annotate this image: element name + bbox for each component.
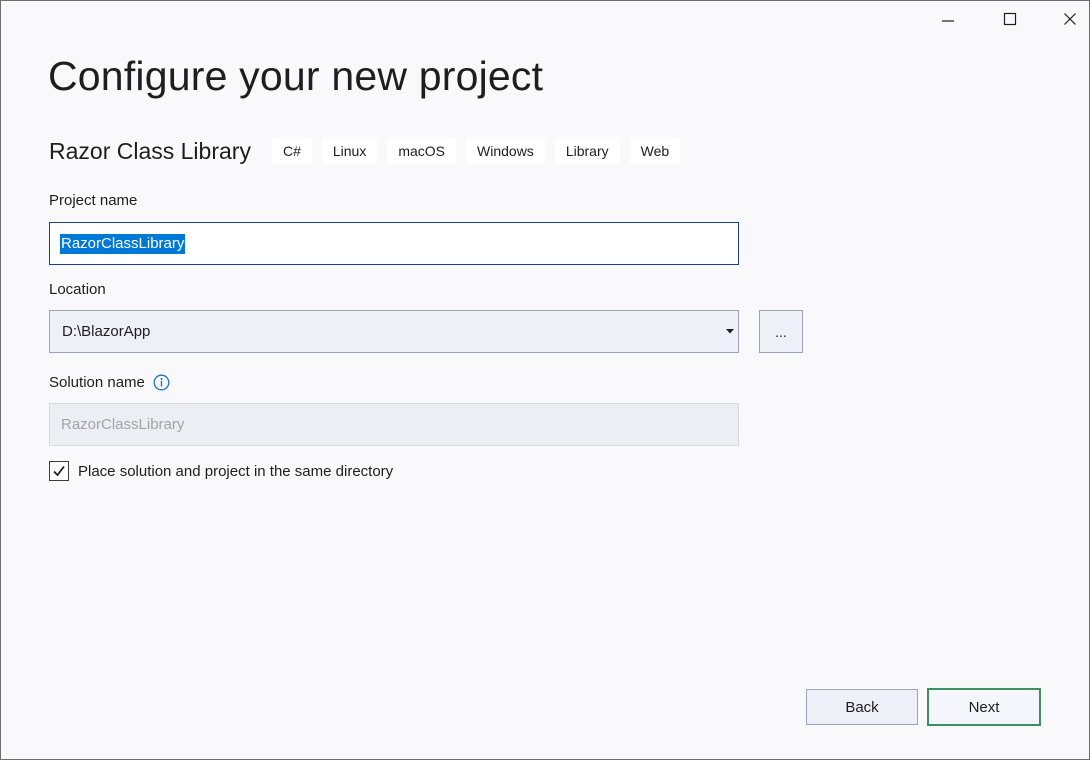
same-directory-option[interactable]: Place solution and project in the same d… (49, 461, 393, 481)
same-directory-checkbox[interactable] (49, 461, 69, 481)
close-icon (1064, 13, 1076, 25)
tag-linux: Linux (321, 137, 378, 165)
project-name-value: RazorClassLibrary (60, 233, 186, 254)
back-button[interactable]: Back (806, 689, 918, 725)
maximize-button[interactable] (987, 5, 1033, 33)
same-directory-label: Place solution and project in the same d… (78, 462, 394, 480)
dropdown-arrow-icon[interactable] (721, 311, 738, 352)
solution-name-input: RazorClassLibrary (49, 403, 739, 446)
location-combobox[interactable]: D:\BlazorApp (49, 310, 739, 353)
tag-web: Web (629, 137, 681, 165)
tag-csharp: C# (271, 137, 312, 165)
tag-library: Library (554, 137, 620, 165)
solution-name-label-row: Solution name (49, 374, 170, 391)
template-info: Razor Class Library C# Linux macOS Windo… (49, 135, 690, 167)
tag-windows: Windows (466, 137, 545, 165)
info-icon[interactable] (153, 374, 170, 391)
browse-location-button[interactable]: ... (759, 310, 803, 353)
configure-project-window: Configure your new project Razor Class L… (0, 0, 1090, 760)
location-label: Location (49, 281, 106, 298)
solution-name-label: Solution name (49, 374, 145, 391)
minimize-button[interactable] (925, 5, 971, 33)
project-name-label: Project name (49, 192, 138, 209)
project-name-input[interactable]: RazorClassLibrary (49, 222, 739, 265)
page-title: Configure your new project (48, 53, 544, 99)
tag-macos: macOS (387, 137, 457, 165)
template-name: Razor Class Library (49, 137, 251, 164)
solution-name-value: RazorClassLibrary (61, 416, 185, 433)
close-button[interactable] (1047, 5, 1089, 33)
maximize-icon (1003, 12, 1017, 26)
checkmark-icon (53, 465, 65, 477)
next-button[interactable]: Next (927, 688, 1041, 726)
location-value: D:\BlazorApp (62, 323, 151, 340)
minimize-icon (942, 20, 954, 22)
